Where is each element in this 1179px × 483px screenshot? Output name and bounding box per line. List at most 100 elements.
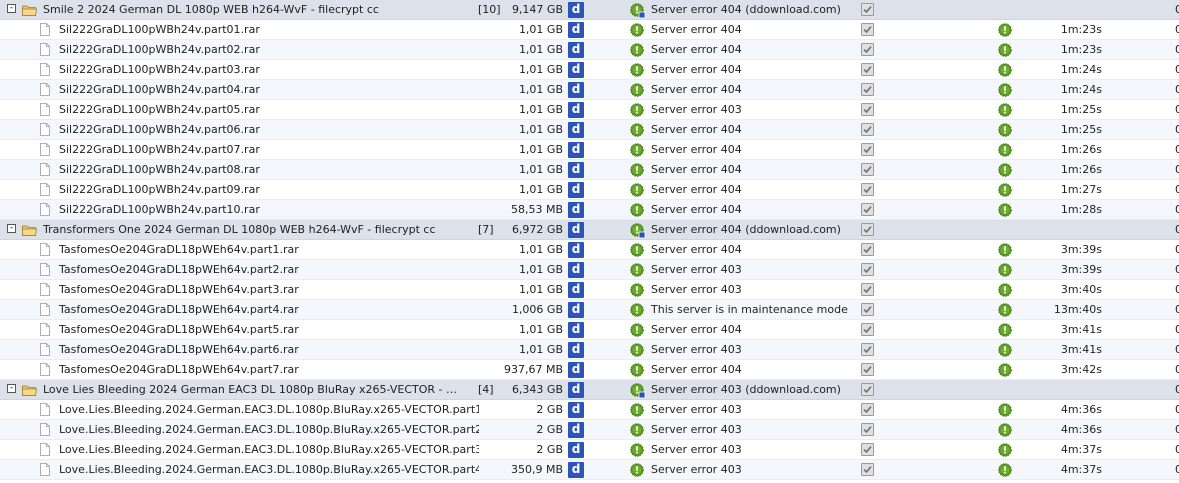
file-row[interactable]: Sil222GraDL100pWBh24v.part09.rar 1,01 GB d… bbox=[0, 180, 1179, 200]
file-status: Server error 403 bbox=[651, 443, 742, 456]
package-row[interactable]: - Smile 2 2024 German DL 1080p WEB h264-W… bbox=[0, 0, 1179, 20]
enabled-checkbox[interactable] bbox=[861, 323, 874, 336]
file-eta: 1m:23s bbox=[1060, 43, 1102, 56]
progress-warning-icon bbox=[998, 463, 1012, 477]
ddownload-icon: d bbox=[568, 222, 584, 238]
ddownload-icon: d bbox=[568, 182, 584, 198]
ddownload-icon: d bbox=[568, 382, 584, 398]
status-warning-icon bbox=[630, 343, 644, 357]
status-warning-icon bbox=[630, 303, 644, 317]
enabled-checkbox[interactable] bbox=[861, 123, 874, 136]
status-warning-icon bbox=[630, 63, 644, 77]
file-eta: 1m:23s bbox=[1060, 23, 1102, 36]
file-eta: 1m:24s bbox=[1060, 83, 1102, 96]
enabled-checkbox[interactable] bbox=[861, 203, 874, 216]
enabled-checkbox[interactable] bbox=[861, 143, 874, 156]
file-size: 937,67 MB bbox=[503, 363, 563, 376]
package-row[interactable]: - Transformers One 2024 German DL 1080p W… bbox=[0, 220, 1179, 240]
file-icon bbox=[40, 203, 50, 216]
enabled-checkbox[interactable] bbox=[861, 343, 874, 356]
enabled-checkbox[interactable] bbox=[861, 243, 874, 256]
file-row[interactable]: Sil222GraDL100pWBh24v.part03.rar 1,01 GB d… bbox=[0, 60, 1179, 80]
enabled-checkbox[interactable] bbox=[861, 163, 874, 176]
file-extra-column: 0 bbox=[1175, 463, 1179, 476]
collapse-toggle-icon[interactable]: - bbox=[7, 224, 16, 233]
enabled-checkbox[interactable] bbox=[861, 283, 874, 296]
file-row[interactable]: Sil222GraDL100pWBh24v.part02.rar 1,01 GB d… bbox=[0, 40, 1179, 60]
status-warning-icon bbox=[630, 463, 644, 477]
file-size: 2 GB bbox=[536, 443, 563, 456]
package-row[interactable]: - Love Lies Bleeding 2024 German EAC3 DL … bbox=[0, 380, 1179, 400]
enabled-checkbox[interactable] bbox=[861, 463, 874, 476]
enabled-checkbox[interactable] bbox=[861, 403, 874, 416]
ddownload-icon: d bbox=[568, 2, 584, 18]
file-row[interactable]: Love.Lies.Bleeding.2024.German.EAC3.DL.1… bbox=[0, 440, 1179, 460]
file-status: Server error 403 bbox=[651, 423, 742, 436]
file-icon bbox=[40, 463, 50, 476]
file-row[interactable]: Love.Lies.Bleeding.2024.German.EAC3.DL.1… bbox=[0, 420, 1179, 440]
file-row[interactable]: Sil222GraDL100pWBh24v.part06.rar 1,01 GB d… bbox=[0, 120, 1179, 140]
enabled-checkbox[interactable] bbox=[861, 183, 874, 196]
file-icon bbox=[40, 323, 50, 336]
enabled-checkbox[interactable] bbox=[861, 83, 874, 96]
file-row[interactable]: Sil222GraDL100pWBh24v.part04.rar 1,01 GB d… bbox=[0, 80, 1179, 100]
collapse-toggle-icon[interactable]: - bbox=[7, 384, 16, 393]
file-size: 2 GB bbox=[536, 403, 563, 416]
package-extra-column: 0 bbox=[1175, 383, 1179, 396]
file-name: Love.Lies.Bleeding.2024.German.EAC3.DL.1… bbox=[59, 403, 479, 416]
file-row[interactable]: TasfomesOe204GraDL18pWEh64v.part1.rar 1,0… bbox=[0, 240, 1179, 260]
file-row[interactable]: Sil222GraDL100pWBh24v.part08.rar 1,01 GB d… bbox=[0, 160, 1179, 180]
status-warning-icon bbox=[630, 23, 644, 37]
file-eta: 1m:26s bbox=[1060, 143, 1102, 156]
enabled-checkbox[interactable] bbox=[861, 103, 874, 116]
enabled-checkbox[interactable] bbox=[861, 23, 874, 36]
file-status: Server error 404 bbox=[651, 363, 742, 376]
file-row[interactable]: TasfomesOe204GraDL18pWEh64v.part4.rar 1,0… bbox=[0, 300, 1179, 320]
file-row[interactable]: TasfomesOe204GraDL18pWEh64v.part7.rar 937… bbox=[0, 360, 1179, 380]
package-size: 6,972 GB bbox=[511, 223, 563, 236]
file-name: Sil222GraDL100pWBh24v.part01.rar bbox=[59, 23, 260, 36]
file-eta: 1m:26s bbox=[1060, 163, 1102, 176]
collapse-toggle-icon[interactable]: - bbox=[7, 4, 16, 13]
file-row[interactable]: Sil222GraDL100pWBh24v.part07.rar 1,01 GB d… bbox=[0, 140, 1179, 160]
ddownload-icon: d bbox=[568, 102, 584, 118]
enabled-checkbox[interactable] bbox=[861, 363, 874, 376]
file-icon bbox=[40, 363, 50, 376]
file-name: TasfomesOe204GraDL18pWEh64v.part7.rar bbox=[59, 363, 299, 376]
file-name: Sil222GraDL100pWBh24v.part05.rar bbox=[59, 103, 260, 116]
file-row[interactable]: Sil222GraDL100pWBh24v.part10.rar 58,53 MB… bbox=[0, 200, 1179, 220]
file-row[interactable]: Sil222GraDL100pWBh24v.part01.rar 1,01 GB d… bbox=[0, 20, 1179, 40]
enabled-checkbox[interactable] bbox=[861, 263, 874, 276]
status-warning-icon bbox=[630, 3, 646, 19]
file-extra-column: 0 bbox=[1175, 403, 1179, 416]
package-status: Server error 404 (ddownload.com) bbox=[651, 223, 841, 236]
file-row[interactable]: TasfomesOe204GraDL18pWEh64v.part5.rar 1,0… bbox=[0, 320, 1179, 340]
enabled-checkbox[interactable] bbox=[861, 423, 874, 436]
file-eta: 4m:37s bbox=[1060, 463, 1102, 476]
file-row[interactable]: TasfomesOe204GraDL18pWEh64v.part6.rar 1,0… bbox=[0, 340, 1179, 360]
ddownload-icon: d bbox=[568, 442, 584, 458]
file-icon bbox=[40, 303, 50, 316]
enabled-checkbox[interactable] bbox=[861, 63, 874, 76]
enabled-checkbox[interactable] bbox=[861, 43, 874, 56]
file-row[interactable]: TasfomesOe204GraDL18pWEh64v.part2.rar 1,0… bbox=[0, 260, 1179, 280]
file-status: Server error 404 bbox=[651, 123, 742, 136]
file-row[interactable]: Love.Lies.Bleeding.2024.German.EAC3.DL.1… bbox=[0, 460, 1179, 480]
file-extra-column: 0 bbox=[1175, 303, 1179, 316]
download-list[interactable]: - Smile 2 2024 German DL 1080p WEB h264-W… bbox=[0, 0, 1179, 483]
file-row[interactable]: Love.Lies.Bleeding.2024.German.EAC3.DL.1… bbox=[0, 400, 1179, 420]
file-extra-column: 0 bbox=[1175, 143, 1179, 156]
file-eta: 4m:37s bbox=[1060, 443, 1102, 456]
status-warning-icon bbox=[630, 163, 644, 177]
enabled-checkbox[interactable] bbox=[861, 223, 874, 236]
enabled-checkbox[interactable] bbox=[861, 383, 874, 396]
file-row[interactable]: TasfomesOe204GraDL18pWEh64v.part3.rar 1,0… bbox=[0, 280, 1179, 300]
enabled-checkbox[interactable] bbox=[861, 3, 874, 16]
file-row[interactable]: Sil222GraDL100pWBh24v.part05.rar 1,01 GB d… bbox=[0, 100, 1179, 120]
file-eta: 3m:39s bbox=[1060, 263, 1102, 276]
package-extra-column: 0 bbox=[1175, 3, 1179, 16]
enabled-checkbox[interactable] bbox=[861, 303, 874, 316]
enabled-checkbox[interactable] bbox=[861, 443, 874, 456]
file-name: Sil222GraDL100pWBh24v.part09.rar bbox=[59, 183, 260, 196]
progress-warning-icon bbox=[998, 163, 1012, 177]
